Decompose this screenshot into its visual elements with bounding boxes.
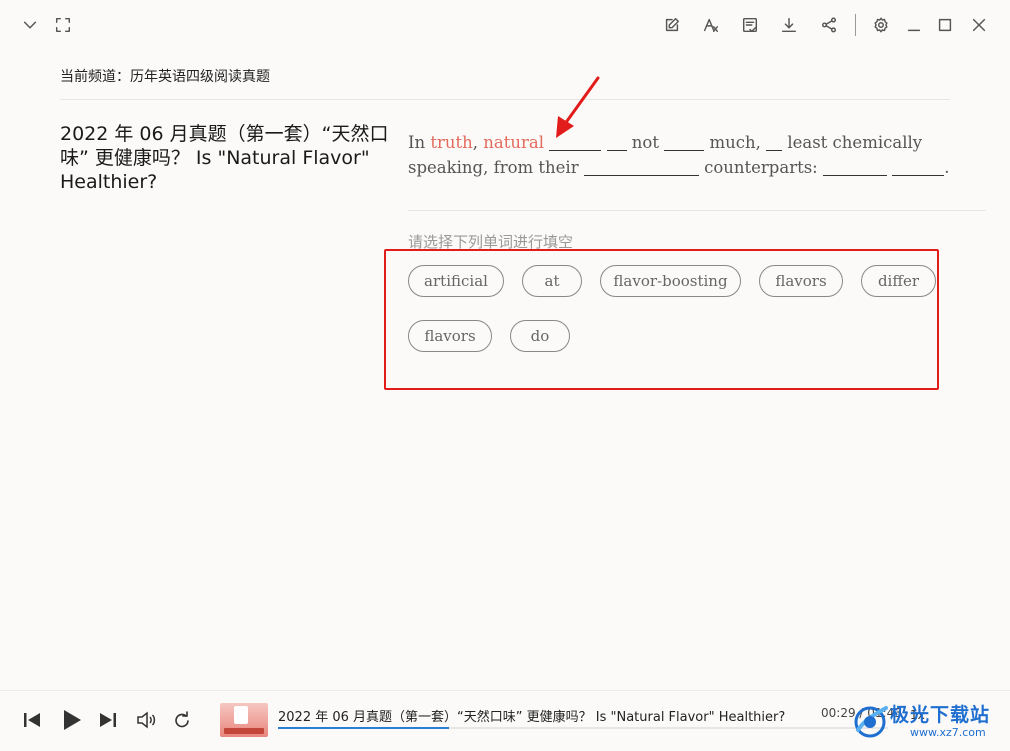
previous-track-icon[interactable] (20, 710, 44, 730)
blank-slot-5[interactable] (583, 159, 699, 176)
toolbar-divider (855, 14, 856, 36)
next-track-icon[interactable] (96, 710, 120, 730)
watermark-url: www.xz7.com (910, 726, 986, 739)
minimize-icon[interactable] (902, 13, 926, 37)
fullscreen-icon[interactable] (51, 13, 75, 37)
sentence-text: not (626, 133, 665, 152)
header-divider (60, 99, 950, 100)
thumbnail-banner (224, 728, 264, 734)
edit-note-icon[interactable] (660, 13, 684, 37)
maximize-icon[interactable] (933, 13, 957, 37)
blank-slot-2[interactable] (606, 134, 627, 151)
share-icon[interactable] (817, 13, 841, 37)
sentence-text: much, (704, 133, 767, 152)
watermark-text: 极光下载站 (890, 704, 991, 726)
sentence-text: , (472, 133, 484, 152)
track-thumbnail[interactable] (220, 703, 268, 737)
current-channel-label: 当前频道：历年英语四级阅读真题 (60, 69, 270, 85)
sentence-text: counterparts: (698, 158, 823, 177)
volume-icon[interactable] (134, 710, 158, 730)
watermark-logo-icon (854, 706, 888, 738)
sentence-text: . (944, 158, 950, 177)
filled-word-natural[interactable]: natural (483, 133, 544, 152)
article-title: 2022 年 06 月真题（第一套）“天然口味” 更健康吗？ Is "Natur… (60, 123, 389, 193)
sentence-text: In (408, 133, 431, 152)
annotation-arrow-icon (556, 76, 600, 138)
blank-slot-6[interactable] (823, 159, 887, 176)
blank-slot-7[interactable] (892, 159, 945, 176)
track-title: 2022 年 06 月真题（第一套）“天然口味” 更健康吗？ Is "Natur… (278, 710, 786, 725)
translate-icon[interactable] (699, 13, 723, 37)
progress-fill (278, 727, 449, 729)
play-icon[interactable] (58, 706, 86, 734)
settings-gear-icon[interactable] (869, 13, 893, 37)
cloze-sentence: In truth, natural not much, least chemic… (408, 130, 998, 180)
repeat-icon[interactable] (169, 710, 193, 730)
collapse-chevron-icon[interactable] (18, 13, 42, 37)
close-icon[interactable] (967, 13, 991, 37)
subtitle-list-icon[interactable] (738, 13, 762, 37)
filled-word-truth[interactable]: truth (430, 133, 472, 152)
site-watermark: 极光下载站 www.xz7.com (848, 696, 1008, 746)
annotation-highlight-box (384, 249, 939, 390)
download-icon[interactable] (777, 13, 801, 37)
blank-slot-4[interactable] (766, 134, 783, 151)
section-divider (408, 210, 986, 211)
blank-slot-3[interactable] (664, 134, 705, 151)
thumbnail-figure (234, 706, 248, 724)
